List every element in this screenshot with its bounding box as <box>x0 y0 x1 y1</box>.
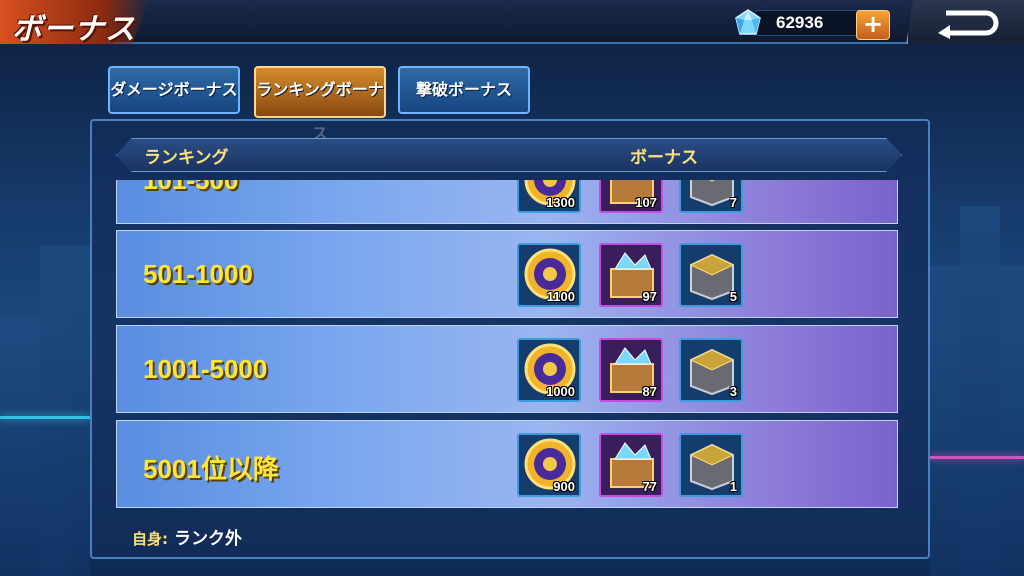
reward-box[interactable]: 1 <box>679 433 743 497</box>
reward-box[interactable]: 5 <box>679 243 743 307</box>
tab-defeat-bonus[interactable]: 撃破ボーナス <box>398 66 530 114</box>
reward-box[interactable]: 3 <box>679 338 743 402</box>
ranking-list[interactable]: 101-500 1300 107 7 501-1000 1100 97 5 10… <box>116 180 898 510</box>
reward-count: 87 <box>642 384 657 399</box>
list-item: 501-1000 1100 97 5 <box>116 230 898 318</box>
reward-medal[interactable]: 1100 <box>517 243 581 307</box>
reward-count: 1000 <box>546 384 575 399</box>
reward-count: 7 <box>729 195 737 210</box>
reward-count: 1100 <box>546 289 575 304</box>
reward-count: 77 <box>642 479 657 494</box>
reward-count: 1300 <box>546 195 575 210</box>
reward-chest[interactable]: 107 <box>599 180 663 213</box>
list-item: 101-500 1300 107 7 <box>116 180 898 224</box>
reward-count: 97 <box>642 289 657 304</box>
page-title: ボーナス <box>12 12 136 47</box>
reward-count: 107 <box>635 195 657 210</box>
reward-box[interactable]: 7 <box>679 180 743 213</box>
add-currency-button[interactable]: + <box>856 10 890 40</box>
self-rank-value: ランク外 <box>174 529 242 549</box>
self-rank-label: 自身: <box>132 530 168 548</box>
reward-chest[interactable]: 77 <box>599 433 663 497</box>
reward-count: 1 <box>729 479 737 494</box>
reward-chest[interactable]: 87 <box>599 338 663 402</box>
gem-icon <box>735 9 761 35</box>
rank-range: 1001-5000 <box>143 354 268 384</box>
currency-value: 62936 <box>776 13 824 32</box>
reward-count: 900 <box>553 479 575 494</box>
tab-damage-bonus[interactable]: ダメージボーナス <box>108 66 240 114</box>
tab-ranking-bonus[interactable]: ランキングボーナス <box>254 66 386 143</box>
back-button[interactable] <box>906 0 1024 44</box>
reward-medal[interactable]: 1000 <box>517 338 581 402</box>
back-arrow-icon <box>938 10 999 39</box>
list-item: 1001-5000 1000 87 3 <box>116 325 898 413</box>
reward-chest[interactable]: 97 <box>599 243 663 307</box>
column-header-ranking: ランキング <box>144 148 229 168</box>
column-header-bonus: ボーナス <box>630 148 698 168</box>
rank-range: 101-500 <box>143 180 239 195</box>
rank-range: 5001位以降 <box>143 454 279 484</box>
self-rank: 自身: ランク外 <box>132 524 242 549</box>
reward-count: 3 <box>729 384 737 399</box>
rank-range: 501-1000 <box>143 259 253 289</box>
reward-count: 5 <box>729 289 737 304</box>
currency-display: 62936 + <box>732 6 896 40</box>
reward-medal[interactable]: 1300 <box>517 180 581 213</box>
list-item: 5001位以降 900 77 1 <box>116 420 898 508</box>
table-header <box>116 138 902 172</box>
reward-medal[interactable]: 900 <box>517 433 581 497</box>
